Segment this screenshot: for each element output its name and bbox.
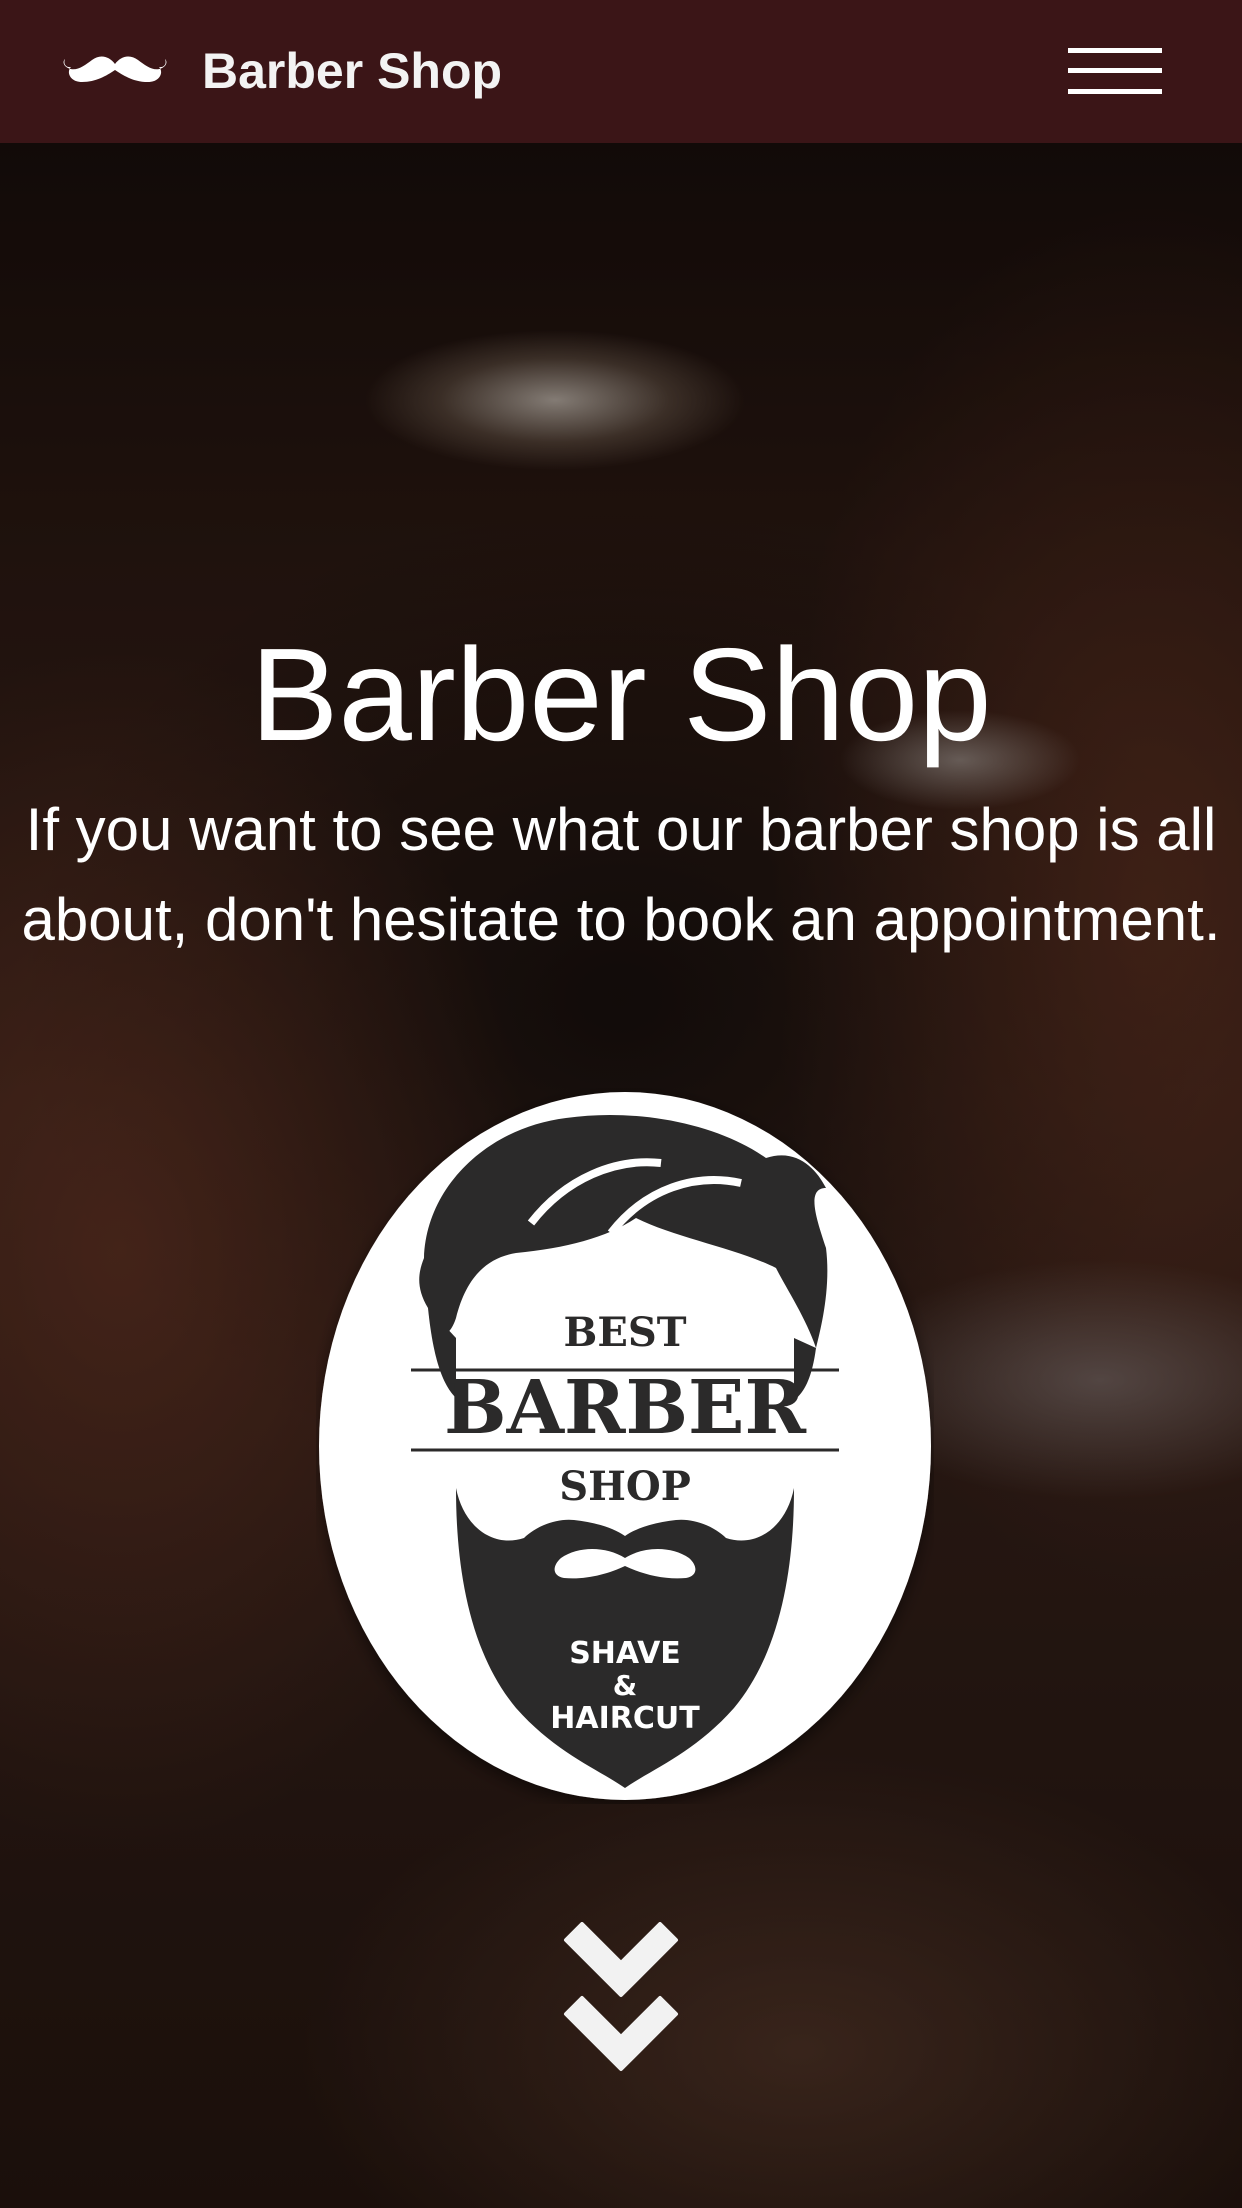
menu-bar-middle [1068, 68, 1162, 73]
double-chevron-down-icon[interactable] [560, 1922, 682, 2074]
hero-title: Barber Shop [250, 621, 992, 768]
badge-text-ampersand: & [613, 1669, 637, 1702]
best-barber-shop-logo: BEST BARBER SHOP SHAVE & HAIRCUT [319, 1092, 931, 1800]
brand-name[interactable]: Barber Shop [202, 40, 502, 102]
badge-text-best: BEST [564, 1309, 687, 1356]
badge-text-barber: BARBER [444, 1365, 806, 1451]
top-navbar: Barber Shop [0, 0, 1242, 143]
badge-text-haircut: HAIRCUT [550, 1701, 700, 1736]
mustache-icon[interactable] [62, 52, 168, 88]
page: Barber Shop Barber Shop If you want to s… [0, 0, 1242, 2208]
menu-bar-bottom [1068, 89, 1162, 94]
hamburger-menu-button[interactable] [1062, 44, 1166, 100]
badge-text-shave: SHAVE [569, 1636, 681, 1671]
badge-text-shop: SHOP [559, 1463, 691, 1510]
hero-subtitle: If you want to see what our barber shop … [21, 796, 1221, 953]
hamburger-menu-icon [1068, 48, 1162, 53]
